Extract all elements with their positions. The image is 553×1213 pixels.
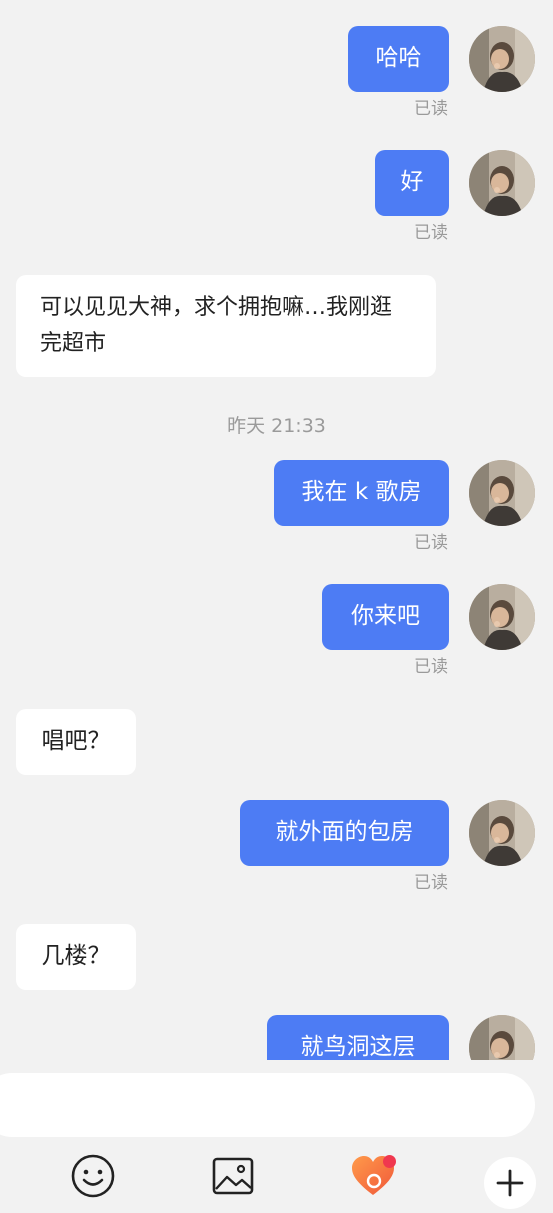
read-status: 已读 <box>414 223 448 243</box>
image-icon[interactable] <box>210 1153 256 1199</box>
notification-badge <box>383 1155 396 1168</box>
message-input[interactable] <box>0 1073 535 1137</box>
avatar[interactable] <box>469 800 535 866</box>
message-bubble-received[interactable]: 可以见见大神，求个拥抱嘛…我刚逛完超市 <box>16 275 436 377</box>
message-bubble-received[interactable]: 唱吧？ <box>16 709 136 775</box>
emoji-icon[interactable] <box>70 1153 116 1199</box>
avatar[interactable] <box>469 26 535 92</box>
plus-button[interactable] <box>484 1157 536 1209</box>
read-status: 已读 <box>414 533 448 553</box>
input-bar <box>0 1060 553 1209</box>
read-status: 已读 <box>414 873 448 893</box>
avatar[interactable] <box>469 460 535 526</box>
message-bubble-sent[interactable]: 哈哈 <box>348 26 449 92</box>
message-bubble-sent[interactable]: 就外面的包房 <box>240 800 449 866</box>
message-bubble-sent[interactable]: 好 <box>375 150 449 216</box>
read-status: 已读 <box>414 657 448 677</box>
message-bubble-sent[interactable]: 我在 k 歌房 <box>274 460 449 526</box>
read-status: 已读 <box>414 99 448 119</box>
avatar[interactable] <box>469 1015 535 1060</box>
avatar[interactable] <box>469 584 535 650</box>
message-bubble-sent[interactable]: 就鸟洞这层 <box>267 1015 449 1060</box>
message-bubble-received[interactable]: 几楼？ <box>16 924 136 990</box>
message-bubble-sent[interactable]: 你来吧 <box>322 584 449 650</box>
chat-area[interactable]: 哈哈 已读 好 已读 可以见见大神，求个拥抱嘛…我刚逛完超市 昨天 21:33 … <box>0 0 553 1060</box>
timestamp: 昨天 21:33 <box>227 415 326 437</box>
plus-icon <box>496 1169 524 1197</box>
avatar[interactable] <box>469 150 535 216</box>
